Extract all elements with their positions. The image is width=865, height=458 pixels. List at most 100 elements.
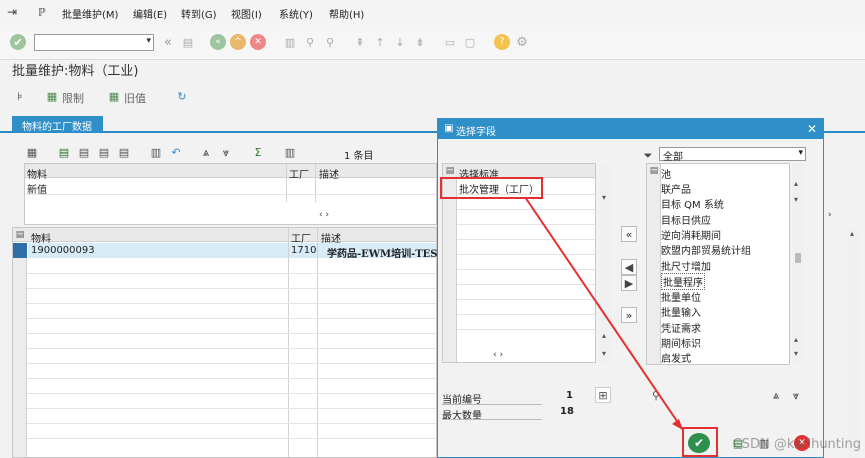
position-icon[interactable]: ⊞ xyxy=(595,387,611,403)
row-selector-icon[interactable]: ▤ xyxy=(13,228,27,242)
sort-descending-icon[interactable]: ⩔ xyxy=(218,144,234,160)
list-item[interactable]: 批尺寸增加 xyxy=(661,258,711,273)
save-icon[interactable]: ▤ xyxy=(180,34,196,50)
list-item[interactable]: 欧盟内部贸易统计组 xyxy=(661,242,751,257)
refresh-icon[interactable]: ↻ xyxy=(174,88,190,104)
tab-plant-data[interactable]: 物料的工厂数据 xyxy=(12,116,103,133)
exit-circle-icon[interactable]: ^ xyxy=(230,34,246,50)
row-selector-icon[interactable]: ▤ xyxy=(443,164,457,178)
move-all-left-button[interactable]: « xyxy=(621,226,637,242)
scroll-up-icon[interactable]: ▴ xyxy=(794,179,798,188)
previous-page-icon[interactable]: ↑ xyxy=(372,34,388,50)
help-icon[interactable]: ? xyxy=(494,34,510,50)
highlight-box xyxy=(440,177,543,199)
lower-grid: ▤ 物料 工厂 描述 1900000093 1710 学药品-EWM培训-TES xyxy=(12,227,438,458)
column-header-plant[interactable]: 工厂 xyxy=(289,166,309,181)
divider xyxy=(457,329,595,330)
menu-system[interactable]: 系统(Y) xyxy=(279,6,313,21)
sort-ascending-icon[interactable]: ⩓ xyxy=(198,144,214,160)
restrict-button[interactable]: 限制 xyxy=(62,90,84,106)
copy-block-icon[interactable]: ▤ xyxy=(116,144,132,160)
undo-icon[interactable]: ↶ xyxy=(168,144,184,160)
divider xyxy=(457,239,595,240)
scroll-right-icon[interactable]: › xyxy=(828,210,832,220)
back-double-icon[interactable]: « xyxy=(160,34,176,50)
list-item[interactable]: 批量单位 xyxy=(661,289,701,304)
scroll-down-icon[interactable]: ▾ xyxy=(794,349,798,358)
print-icon[interactable]: ▥ xyxy=(282,34,298,50)
cell-plant[interactable]: 1710 xyxy=(291,245,316,256)
sort-ascending-icon[interactable]: ⩓ xyxy=(768,387,784,403)
list-item[interactable]: 期间标识 xyxy=(661,335,701,350)
column-header-description[interactable]: 描述 xyxy=(319,166,339,181)
first-page-icon[interactable]: ⇞ xyxy=(352,34,368,50)
scroll-left-right-icon[interactable]: ‹ › xyxy=(319,210,329,220)
column-header-material[interactable]: 物料 xyxy=(27,166,47,181)
criteria-scrollbar[interactable]: ▾ ▴ ▾ xyxy=(600,163,612,363)
print-list-icon[interactable]: ▥ xyxy=(282,144,298,160)
command-field[interactable]: ▾ xyxy=(34,34,154,51)
scrollbar-thumb[interactable] xyxy=(795,253,801,263)
list-item[interactable]: 逆向消耗期间 xyxy=(661,227,721,242)
find-icon[interactable]: ⚲ xyxy=(302,34,318,50)
menu-edit[interactable]: 编辑(E) xyxy=(133,6,167,21)
details-icon[interactable]: ▦ xyxy=(24,144,40,160)
move-left-button[interactable]: ◀ xyxy=(621,259,637,275)
divider xyxy=(286,164,287,202)
sap-menu-icon[interactable]: ℙ xyxy=(34,4,50,20)
filter-icon[interactable]: ⏷ xyxy=(640,147,656,163)
find-icon[interactable]: ⚲ xyxy=(648,387,664,403)
enter-icon[interactable]: ✔ xyxy=(10,34,26,50)
sum-icon[interactable]: Σ xyxy=(250,144,266,160)
row-selector-icon[interactable]: ▤ xyxy=(647,164,661,178)
pool-scrollbar[interactable]: ▴ ▾ ▴ ▾ xyxy=(792,163,804,365)
cancel-icon[interactable]: ✕ xyxy=(250,34,266,50)
scroll-up-icon[interactable]: ▴ xyxy=(602,331,606,340)
chevron-down-icon[interactable]: ▾ xyxy=(798,148,803,158)
select-block-icon[interactable]: ▤ xyxy=(96,144,112,160)
main-vertical-scrollbar[interactable] xyxy=(848,227,860,458)
back-icon[interactable]: « xyxy=(210,34,226,50)
exit-icon[interactable]: ⇥ xyxy=(4,4,20,20)
scroll-left-right-icon[interactable]: ‹ › xyxy=(493,350,503,360)
find-next-icon[interactable]: ⚲ xyxy=(322,34,338,50)
filter-settings-icon[interactable]: ⊧ xyxy=(12,88,28,104)
close-icon[interactable]: ✕ xyxy=(804,121,820,137)
list-item[interactable]: 联产品 xyxy=(661,181,691,196)
new-session-icon[interactable]: ▭ xyxy=(442,34,458,50)
list-item[interactable]: 批量输入 xyxy=(661,304,701,319)
old-value-button[interactable]: 旧值 xyxy=(124,90,146,106)
list-item[interactable]: 凭证需求 xyxy=(661,320,701,335)
list-item[interactable]: 批量程序 xyxy=(661,273,705,290)
restrict-icon[interactable]: ▦ xyxy=(44,88,60,104)
row-selector[interactable] xyxy=(13,243,27,258)
menu-help[interactable]: 帮助(H) xyxy=(329,6,364,21)
cell-description[interactable]: 学药品-EWM培训-TES xyxy=(327,245,438,260)
deselect-icon[interactable]: ▤ xyxy=(76,144,92,160)
filter-select[interactable]: 全部 ▾ xyxy=(659,147,806,163)
sort-descending-icon[interactable]: ⩔ xyxy=(788,387,804,403)
select-all-icon[interactable]: ▤ xyxy=(56,144,72,160)
list-item[interactable]: 启发式 xyxy=(661,350,691,365)
settings-icon[interactable]: ⚙ xyxy=(514,34,530,50)
scroll-down-icon[interactable]: ▾ xyxy=(602,349,606,358)
menu-goto[interactable]: 转到(G) xyxy=(181,6,217,21)
scroll-up-icon[interactable]: ▴ xyxy=(850,229,854,238)
menu-batch-maintain[interactable]: 批量维护(M) xyxy=(62,6,118,21)
shortcut-icon[interactable]: ▢ xyxy=(462,34,478,50)
move-all-right-button[interactable]: » xyxy=(621,307,637,323)
chevron-down-icon[interactable]: ▾ xyxy=(146,36,151,46)
menu-view[interactable]: 视图(I) xyxy=(231,6,262,21)
scroll-down-icon[interactable]: ▾ xyxy=(794,195,798,204)
row-selector-column xyxy=(647,164,661,364)
old-value-icon[interactable]: ▦ xyxy=(106,88,122,104)
list-item[interactable]: 目标 QM 系统 xyxy=(661,196,724,211)
move-right-button[interactable]: ▶ xyxy=(621,275,637,291)
execute-copy-icon[interactable]: ▥ xyxy=(148,144,164,160)
last-page-icon[interactable]: ⇟ xyxy=(412,34,428,50)
scroll-down-icon[interactable]: ▾ xyxy=(602,193,606,202)
list-item[interactable]: 目标日供应 xyxy=(661,212,711,227)
next-page-icon[interactable]: ↓ xyxy=(392,34,408,50)
cell-material[interactable]: 1900000093 xyxy=(31,245,95,256)
scroll-up-icon[interactable]: ▴ xyxy=(794,335,798,344)
